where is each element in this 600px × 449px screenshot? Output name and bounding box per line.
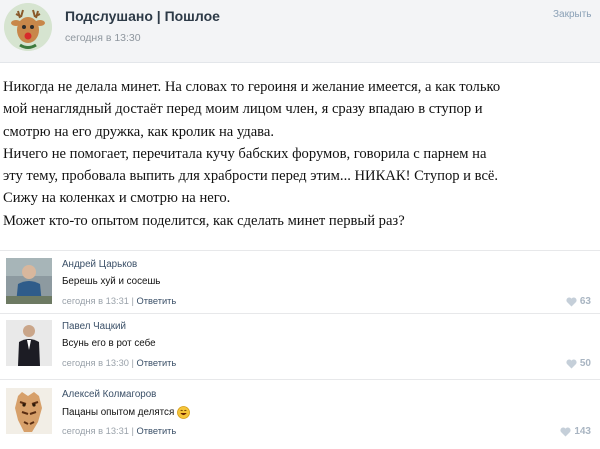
group-name[interactable]: Подслушано | Пошлое (65, 8, 220, 24)
reply-button[interactable]: Ответить (137, 358, 177, 368)
smiley-icon (177, 406, 191, 419)
post-text-line: Может кто-то опытом поделится, как сдела… (3, 212, 405, 229)
tiger-avatar-icon (6, 388, 52, 434)
post-text-line: эту тему, пробовала выпить для храбрости… (3, 168, 499, 185)
comment-time[interactable]: сегодня в 13:30 (62, 358, 129, 368)
like-button[interactable]: 63 (566, 296, 591, 307)
post-text-line: Никогда не делала минет. На словах то ге… (3, 79, 501, 95)
comment-time[interactable]: сегодня в 13:31 (62, 296, 129, 306)
comment-text: Всунь его в рот себе (62, 338, 156, 349)
comment-author[interactable]: Павел Чацкий (62, 321, 126, 332)
comment-text-content: Пацаны опытом делятся (62, 407, 175, 418)
heart-icon (566, 296, 577, 306)
divider (0, 250, 600, 251)
user-photo-icon (6, 320, 52, 366)
comment-item: Алексей Колмагоров Пацаны опытом делятся… (0, 388, 600, 446)
comment-author[interactable]: Алексей Колмагоров (62, 389, 156, 400)
divider (0, 313, 600, 314)
meta-separator: | (128, 358, 137, 368)
like-button[interactable]: 50 (566, 358, 591, 369)
meta-separator: | (128, 426, 137, 436)
deer-avatar-icon (4, 3, 52, 51)
post-text-line: Сижу на коленках и смотрю на него. (3, 190, 231, 207)
comment-item: Павел Чацкий Всунь его в рот себе сегодн… (0, 320, 600, 378)
user-photo-icon (6, 258, 52, 304)
like-count: 143 (574, 426, 591, 437)
avatar[interactable] (6, 388, 52, 434)
avatar[interactable] (6, 320, 52, 366)
post-time[interactable]: сегодня в 13:30 (65, 32, 141, 44)
divider (0, 379, 600, 380)
comment-text: Пацаны опытом делятся (62, 406, 191, 419)
like-count: 63 (579, 296, 591, 307)
post-text-line: смотрю на его дружка, как кролик на удав… (3, 123, 275, 140)
comment-author[interactable]: Андрей Царьков (62, 259, 137, 270)
comment-text-content: Берешь хуй и сосешь (62, 276, 161, 287)
comment-time[interactable]: сегодня в 13:31 (62, 426, 129, 436)
like-button[interactable]: 143 (560, 426, 591, 437)
avatar[interactable] (6, 258, 52, 304)
post-text-line: Ничего не помогает, перечитала кучу бабс… (3, 145, 487, 162)
reply-button[interactable]: Ответить (137, 296, 177, 306)
comment-meta: сегодня в 13:31 | Ответить (62, 296, 176, 306)
heart-icon (566, 358, 577, 368)
group-avatar[interactable] (4, 3, 52, 51)
heart-icon (560, 426, 571, 436)
comment-text: Берешь хуй и сосешь (62, 276, 160, 287)
comment-text-content: Всунь его в рот себе (62, 338, 156, 349)
comment-meta: сегодня в 13:30 | Ответить (62, 358, 176, 368)
close-button[interactable]: Закрыть (553, 9, 592, 20)
post-header: Подслушано | Пошлое сегодня в 13:30 Закр… (0, 0, 600, 63)
post-body: Никогда не делала минет. На словах то ге… (3, 76, 597, 232)
comment-meta: сегодня в 13:31 | Ответить (62, 426, 176, 436)
post-text-line: мой ненаглядный достаёт перед моим лицом… (3, 101, 483, 118)
like-count: 50 (579, 358, 591, 369)
comment-item: Андрей Царьков Берешь хуй и сосешь сегод… (0, 258, 600, 316)
reply-button[interactable]: Ответить (137, 426, 177, 436)
meta-separator: | (128, 296, 137, 306)
